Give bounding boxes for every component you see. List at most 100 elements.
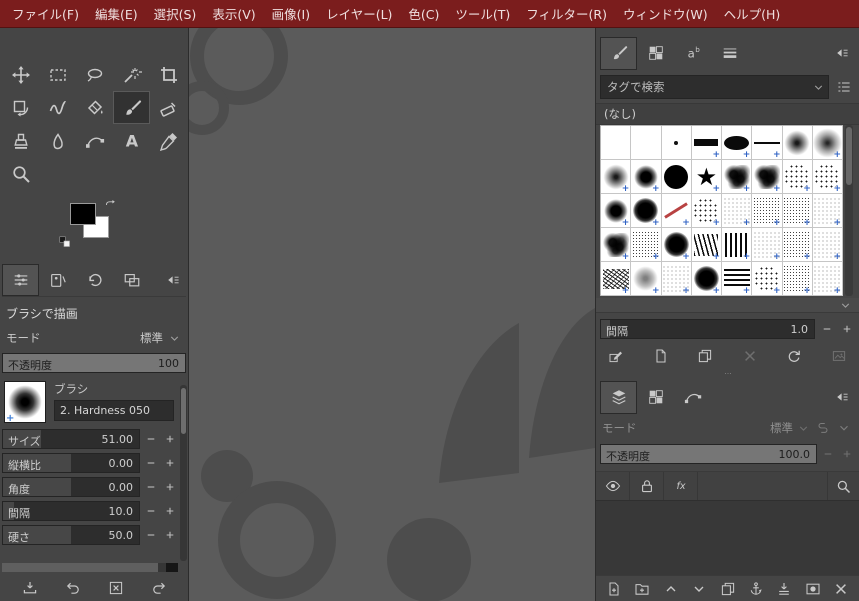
brush-dock-menu-button[interactable] [829, 41, 855, 65]
tab-paths[interactable] [674, 381, 711, 414]
menu-item[interactable]: フィルター(R) [518, 0, 615, 27]
brush-item[interactable] [782, 194, 813, 228]
brush-item[interactable] [752, 262, 783, 296]
zoom-tool[interactable] [2, 157, 39, 190]
brush-item[interactable] [752, 126, 783, 160]
new-brush-button[interactable] [649, 345, 673, 367]
brush-item[interactable] [631, 126, 662, 160]
delete-brush-button[interactable] [738, 345, 762, 367]
brush-name-field[interactable]: 2. Hardness 050 [54, 400, 174, 421]
menu-item[interactable]: ツール(T) [447, 0, 518, 27]
layer-opacity-slider[interactable]: 不透明度 100.0 [600, 444, 817, 464]
scrollbar-thumb[interactable] [846, 127, 852, 185]
slider-track[interactable]: サイズ 51.00 [2, 429, 140, 449]
merge-layer-button[interactable] [773, 578, 795, 600]
mode-row[interactable]: モード 標準 [0, 327, 188, 349]
menu-item[interactable]: 編集(E) [87, 0, 146, 27]
paintbrush-tool[interactable] [113, 91, 150, 124]
color-picker-tool[interactable] [150, 124, 187, 157]
swap-colors-icon[interactable] [104, 199, 120, 215]
layer-list[interactable] [596, 501, 859, 575]
brush-grid-scrollbar[interactable] [845, 125, 853, 296]
brush-tag-search-input[interactable] [601, 76, 828, 98]
layer-mask-button[interactable] [802, 578, 824, 600]
fuzzy-select-tool[interactable] [113, 58, 150, 91]
brush-item[interactable] [782, 262, 813, 296]
brush-item[interactable] [752, 194, 783, 228]
scrollbar-thumb[interactable] [2, 563, 158, 572]
tab-channels[interactable] [637, 381, 674, 414]
brush-item[interactable] [812, 262, 843, 296]
increment-button[interactable] [838, 446, 855, 463]
foreground-color-swatch[interactable] [70, 203, 96, 225]
tab-fonts[interactable]: ab [674, 37, 711, 70]
brush-item[interactable] [691, 228, 722, 262]
brush-item[interactable] [722, 262, 753, 296]
refresh-brushes-button[interactable] [782, 345, 806, 367]
expand-grid-button[interactable] [838, 298, 853, 313]
brush-item[interactable] [661, 160, 692, 194]
layer-lock-toggle[interactable] [630, 472, 664, 500]
restore-tool-options-button[interactable] [62, 577, 84, 599]
tool-options-horizontal-scrollbar[interactable] [2, 563, 178, 572]
brush-spacing-slider[interactable]: 間隔 1.0 [600, 319, 815, 339]
increment-button[interactable] [161, 431, 178, 448]
increment-button[interactable] [161, 455, 178, 472]
slider-track[interactable]: 角度 0.00 [2, 477, 140, 497]
brush-item[interactable] [601, 160, 632, 194]
increment-button[interactable] [161, 479, 178, 496]
chevron-down-icon[interactable] [811, 80, 826, 95]
default-colors-icon[interactable] [58, 235, 74, 251]
brush-item[interactable] [691, 194, 722, 228]
decrement-button[interactable] [142, 527, 159, 544]
decrement-button[interactable] [818, 321, 835, 338]
brush-item[interactable] [722, 194, 753, 228]
brush-item[interactable] [812, 160, 843, 194]
reset-tool-options-button[interactable] [148, 577, 170, 599]
brush-item[interactable] [812, 228, 843, 262]
chevron-down-icon[interactable] [796, 421, 811, 436]
scrollbar-thumb[interactable] [181, 388, 186, 434]
brush-item[interactable] [812, 126, 843, 160]
layer-search-button[interactable] [827, 472, 859, 500]
smudge-tool[interactable] [39, 124, 76, 157]
raise-layer-button[interactable] [660, 578, 682, 600]
lower-layer-button[interactable] [688, 578, 710, 600]
brush-item[interactable] [631, 262, 662, 296]
brush-item[interactable] [631, 228, 662, 262]
new-layer-button[interactable] [603, 578, 625, 600]
brush-item[interactable] [661, 194, 692, 228]
menu-item[interactable]: ファイル(F) [4, 0, 87, 27]
free-select-tool[interactable] [76, 58, 113, 91]
bucket-fill-tool[interactable] [76, 91, 113, 124]
eraser-tool[interactable] [150, 91, 187, 124]
paths-tool[interactable] [76, 124, 113, 157]
text-tool[interactable]: A [113, 124, 150, 157]
decrement-button[interactable] [142, 503, 159, 520]
move-tool[interactable] [2, 58, 39, 91]
new-layer-group-button[interactable] [631, 578, 653, 600]
brush-item[interactable] [782, 160, 813, 194]
decrement-button[interactable] [142, 455, 159, 472]
brush-item[interactable] [722, 160, 753, 194]
duplic​ate-layer-button[interactable] [717, 578, 739, 600]
layers-dock-menu-button[interactable] [829, 385, 855, 409]
brush-item[interactable] [812, 194, 843, 228]
duplicate-brush-button[interactable] [693, 345, 717, 367]
menu-item[interactable]: 表示(V) [204, 0, 263, 27]
tool-options-vertical-scrollbar[interactable] [180, 385, 187, 561]
layer-visibility-toggle[interactable] [596, 472, 630, 500]
increment-button[interactable] [161, 527, 178, 544]
crop-tool[interactable] [150, 58, 187, 91]
opacity-slider[interactable]: 不透明度 100 [2, 353, 186, 373]
menu-item[interactable]: 画像(I) [264, 0, 318, 27]
open-brush-as-image-button[interactable] [827, 345, 851, 367]
brush-item[interactable] [601, 194, 632, 228]
tab-images[interactable] [113, 264, 150, 296]
dock-splitter-handle[interactable] [596, 368, 859, 378]
rectangle-select-tool[interactable] [39, 58, 76, 91]
brush-item[interactable] [782, 126, 813, 160]
tab-layers[interactable] [600, 380, 637, 414]
brush-tag-row[interactable]: (なし) [596, 103, 859, 125]
tab-brushes[interactable] [600, 36, 637, 70]
